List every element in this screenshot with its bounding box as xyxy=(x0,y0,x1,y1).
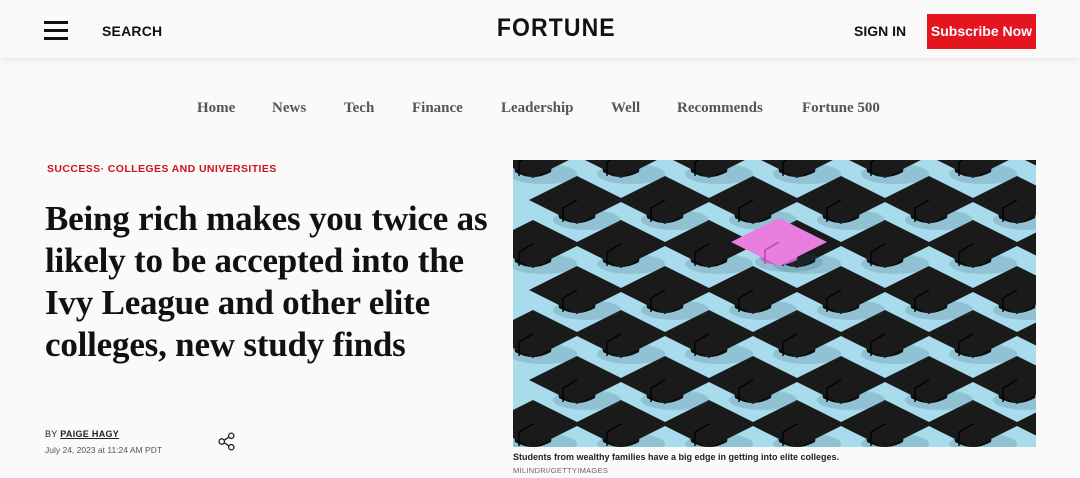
menu-icon[interactable] xyxy=(44,21,68,41)
main-nav: Home News Tech Finance Leadership Well R… xyxy=(0,100,1080,122)
nav-item-tech[interactable]: Tech xyxy=(344,100,374,117)
nav-item-home[interactable]: Home xyxy=(197,100,235,117)
fortune-logo[interactable]: FORTUNE xyxy=(497,14,615,43)
publish-date: July 24, 2023 at 11:24 AM PDT xyxy=(45,445,163,455)
top-bar: SEARCH FORTUNE SIGN IN Subscribe Now xyxy=(0,0,1080,58)
nav-item-news[interactable]: News xyxy=(272,100,306,117)
graduation-caps-image xyxy=(513,160,1036,447)
image-caption: Students from wealthy families have a bi… xyxy=(513,452,840,462)
byline: BY PAIGE HAGY xyxy=(45,429,119,439)
article-kicker: SUCCESS· COLLEGES AND UNIVERSITIES xyxy=(47,163,277,175)
kicker-topic-link[interactable]: COLLEGES AND UNIVERSITIES xyxy=(108,163,277,175)
author-link[interactable]: PAIGE HAGY xyxy=(60,429,119,439)
sign-in-link[interactable]: SIGN IN xyxy=(854,23,906,39)
image-credit: MILINDRI/GETTYIMAGES xyxy=(513,466,609,475)
share-icon[interactable] xyxy=(217,432,236,451)
kicker-section-link[interactable]: SUCCESS xyxy=(47,163,101,175)
nav-item-finance[interactable]: Finance xyxy=(412,100,463,117)
nav-item-well[interactable]: Well xyxy=(611,100,640,117)
subscribe-button[interactable]: Subscribe Now xyxy=(927,14,1036,49)
nav-item-fortune-500[interactable]: Fortune 500 xyxy=(802,100,880,117)
search-button[interactable]: SEARCH xyxy=(102,23,162,39)
kicker-separator: · xyxy=(100,163,105,175)
nav-item-recommends[interactable]: Recommends xyxy=(677,100,763,117)
article-headline: Being rich makes you twice as likely to … xyxy=(45,199,488,364)
nav-item-leadership[interactable]: Leadership xyxy=(501,100,574,117)
byline-prefix: BY xyxy=(45,429,58,439)
